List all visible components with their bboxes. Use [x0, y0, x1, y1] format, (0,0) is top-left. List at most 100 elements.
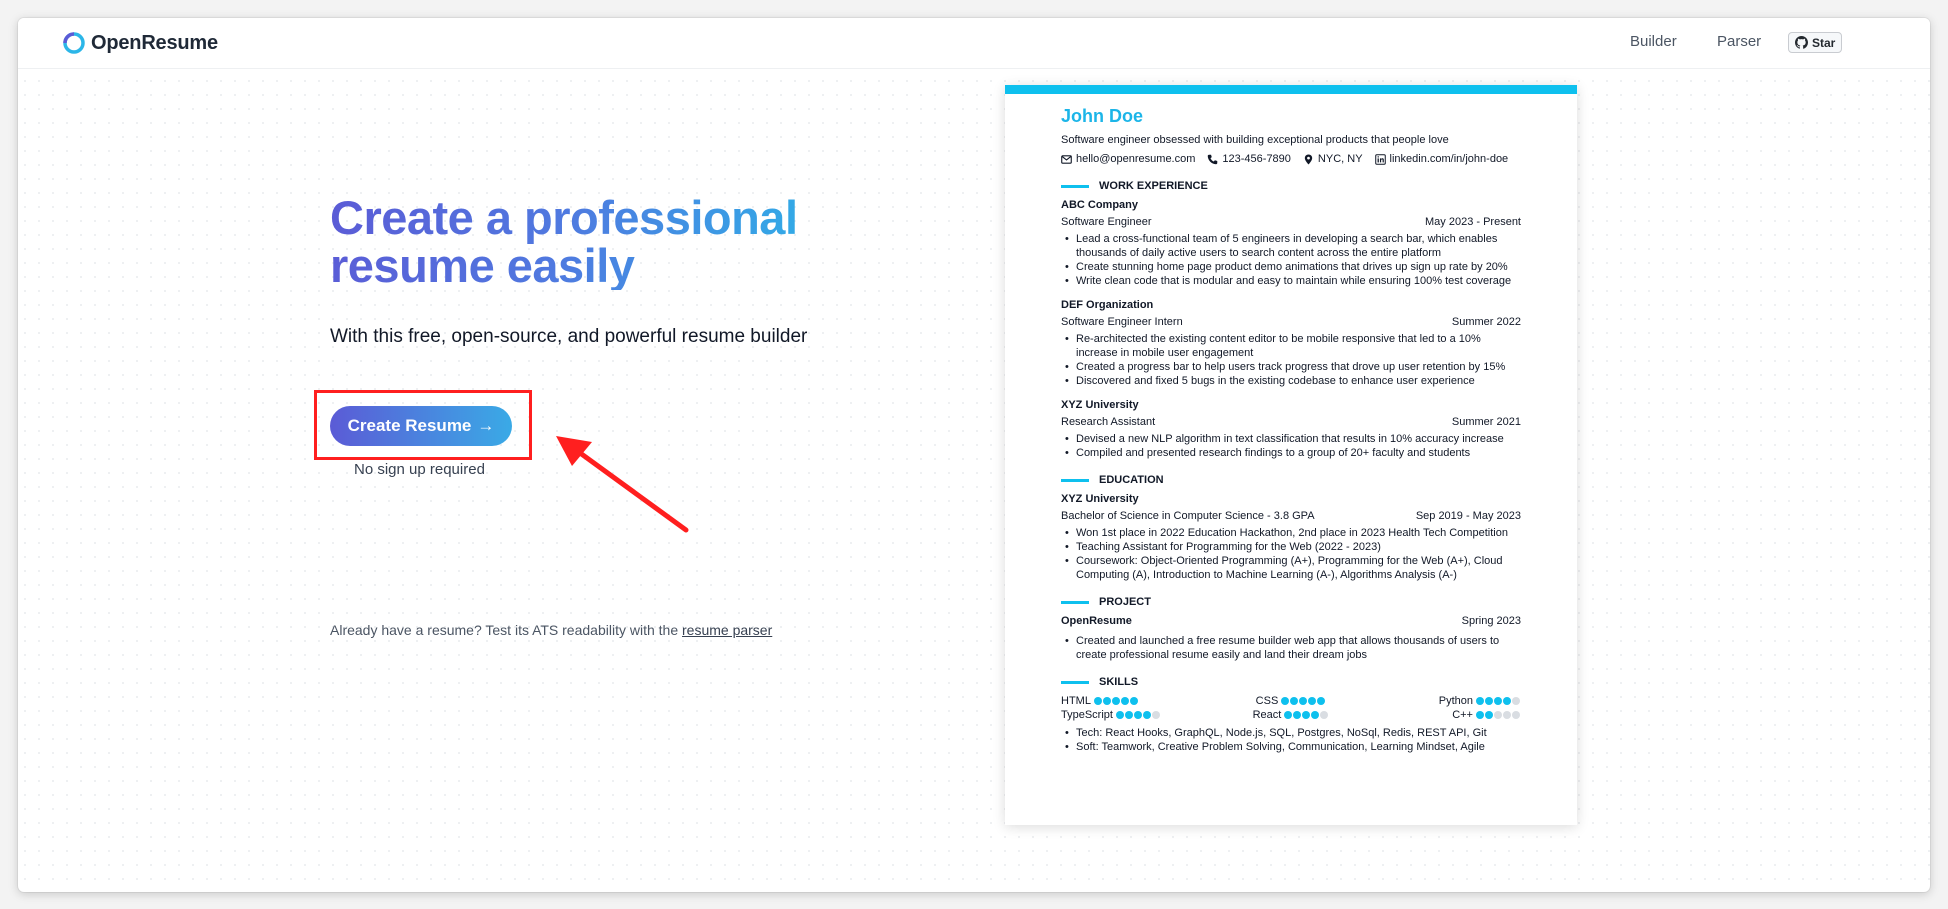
resume-body: John Doe Software engineer obsessed with…: [1061, 105, 1521, 754]
envelope-icon: [1061, 154, 1072, 164]
linkedin-icon: [1374, 153, 1386, 165]
skill-dot-filled: [1308, 697, 1317, 705]
skill-dot-filled: [1290, 697, 1299, 705]
entry-bullets: Won 1st place in 2022 Education Hackatho…: [1061, 526, 1521, 582]
section-project: PROJECT: [1061, 595, 1521, 609]
skill-bullets: Tech: React Hooks, GraphQL, Node.js, SQL…: [1061, 726, 1521, 754]
skill-dot-filled: [1142, 711, 1151, 719]
nav-builder-link[interactable]: Builder: [1630, 33, 1677, 50]
skill-dot-filled: [1475, 711, 1484, 719]
location-pin-icon: [1304, 154, 1313, 164]
section-accent-line: [1061, 478, 1089, 482]
skill-dot-filled: [1124, 711, 1133, 719]
skill-dot-empty: [1511, 711, 1520, 719]
section-accent-line: [1061, 600, 1089, 604]
bullet-item: Created a progress bar to help users tra…: [1061, 360, 1521, 374]
skill-dot-filled: [1493, 697, 1502, 705]
skill-dot-filled: [1102, 697, 1111, 705]
contact-linkedin: linkedin.com/in/john-doe: [1374, 152, 1508, 166]
contact-location: NYC, NY: [1303, 152, 1363, 166]
skill-item: CSS: [1214, 694, 1367, 708]
skill-dot-filled: [1129, 697, 1138, 705]
resume-preview: John Doe Software engineer obsessed with…: [1005, 85, 1577, 825]
skill-dot-empty: [1511, 697, 1520, 705]
education-entry: XYZ University Bachelor of Science in Co…: [1061, 492, 1521, 582]
skill-rating-dots: [1284, 711, 1329, 719]
bullet-item: Coursework: Object-Oriented Programming …: [1061, 554, 1521, 582]
entry-row: Software Engineer May 2023 - Present: [1061, 215, 1521, 229]
bullet-item: Teaching Assistant for Programming for t…: [1061, 540, 1521, 554]
entry-row: Research Assistant Summer 2021: [1061, 415, 1521, 429]
skill-dot-filled: [1502, 697, 1511, 705]
skill-dot-filled: [1120, 697, 1129, 705]
skill-rating-dots: [1281, 697, 1326, 705]
skill-dot-filled: [1484, 697, 1493, 705]
annotation-arrow-icon: [556, 436, 689, 533]
skill-rating-dots: [1115, 711, 1161, 719]
skill-dot-filled: [1111, 697, 1120, 705]
skill-rating-dots: [1093, 697, 1139, 705]
entry-bullets: Created and launched a free resume build…: [1061, 634, 1521, 662]
entry-project-name: OpenResume: [1061, 615, 1132, 627]
bullet-item: Create stunning home page product demo a…: [1061, 260, 1521, 274]
hero-subtitle: With this free, open-source, and powerfu…: [330, 326, 808, 347]
no-signup-note: No sign up required: [354, 461, 485, 478]
entry-company: DEF Organization: [1061, 299, 1154, 311]
entry-role: Software Engineer Intern: [1061, 316, 1183, 328]
entry-date: Summer 2022: [1451, 316, 1521, 328]
skill-dot-filled: [1284, 711, 1293, 719]
resume-contact-row: hello@openresume.com 123-456-7890 NYC, N…: [1061, 152, 1521, 166]
contact-email: hello@openresume.com: [1061, 152, 1195, 166]
resume-accent-bar: [1005, 85, 1577, 94]
entry-row: Bachelor of Science in Computer Science …: [1061, 509, 1521, 523]
skill-rating-dots: [1475, 711, 1521, 719]
entry-role: Research Assistant: [1061, 416, 1156, 428]
skill-item: C++: [1368, 708, 1521, 722]
skill-dot-filled: [1293, 711, 1302, 719]
entry-degree: Bachelor of Science in Computer Science …: [1061, 510, 1315, 522]
skill-dot-empty: [1151, 711, 1160, 719]
skill-item: HTML: [1061, 694, 1214, 708]
contact-email-text: hello@openresume.com: [1076, 153, 1196, 165]
star-label: Star: [1812, 35, 1836, 50]
section-education: EDUCATION: [1061, 473, 1521, 487]
bullet-item: Soft: Teamwork, Creative Problem Solving…: [1061, 740, 1521, 754]
section-title: WORK EXPERIENCE: [1099, 180, 1208, 192]
entry-company: ABC Company: [1061, 199, 1139, 211]
section-work-experience: WORK EXPERIENCE: [1061, 179, 1521, 193]
entry-row: Software Engineer Intern Summer 2022: [1061, 315, 1521, 329]
skill-name: TypeScript: [1061, 709, 1113, 721]
skill-name: CSS: [1255, 695, 1279, 707]
skill-dot-empty: [1493, 711, 1502, 719]
annotation-highlight-box: [314, 390, 532, 460]
bullet-item: Won 1st place in 2022 Education Hackatho…: [1061, 526, 1521, 540]
section-title: PROJECT: [1099, 596, 1151, 608]
bullet-item: Lead a cross-functional team of 5 engine…: [1061, 232, 1521, 260]
skill-name: HTML: [1061, 695, 1091, 707]
skill-name: C++: [1452, 709, 1473, 721]
entry-date: May 2023 - Present: [1425, 216, 1521, 228]
contact-phone: 123-456-7890: [1207, 152, 1291, 166]
bullet-item: Compiled and presented research findings…: [1061, 446, 1521, 460]
entry-date: Spring 2023: [1461, 615, 1521, 627]
contact-location-text: NYC, NY: [1317, 153, 1363, 165]
section-accent-line: [1061, 184, 1089, 188]
phone-icon: [1208, 154, 1218, 164]
bullet-item: Write clean code that is modular and eas…: [1061, 274, 1521, 288]
skill-rating-dots: [1475, 697, 1521, 705]
bullet-item: Discovered and fixed 5 bugs in the exist…: [1061, 374, 1521, 388]
logo[interactable]: OpenResume: [62, 28, 218, 58]
entry-bullets: Lead a cross-functional team of 5 engine…: [1061, 232, 1521, 288]
openresume-logo-icon: [63, 32, 85, 54]
logo-text: OpenResume: [91, 31, 218, 54]
section-title: SKILLS: [1099, 676, 1139, 688]
nav-parser-link[interactable]: Parser: [1717, 33, 1761, 50]
skill-dot-empty: [1502, 711, 1511, 719]
skill-name: Python: [1438, 695, 1473, 707]
contact-phone-text: 123-456-7890: [1222, 153, 1291, 165]
top-navbar: OpenResume Builder Parser Star: [18, 18, 1930, 69]
entry-date: Summer 2021: [1451, 416, 1521, 428]
skill-item: TypeScript: [1061, 708, 1214, 722]
github-star-button[interactable]: Star: [1788, 32, 1843, 53]
resume-parser-link[interactable]: resume parser: [682, 622, 772, 638]
